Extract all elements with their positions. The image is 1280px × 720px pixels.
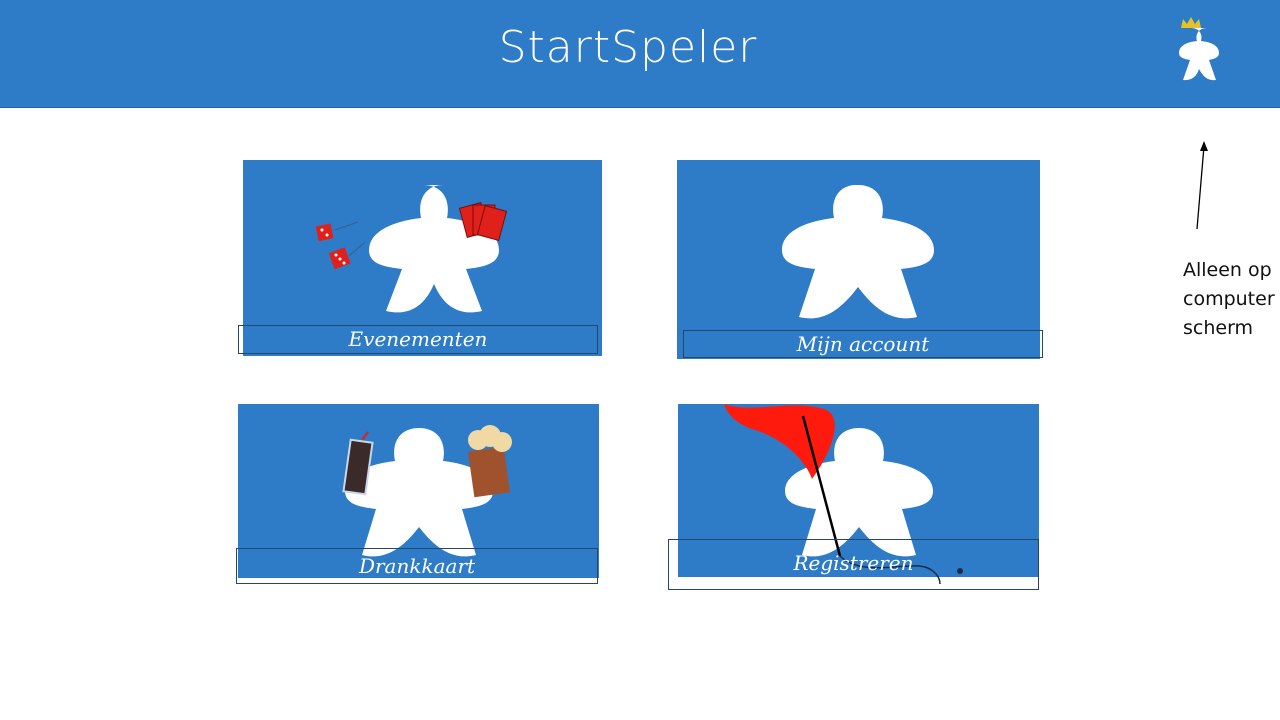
- tile-label: Mijn account: [683, 330, 1043, 358]
- meeple-crown-icon[interactable]: [1160, 16, 1222, 82]
- annotation-line: Alleen op: [1183, 259, 1272, 281]
- tile-label: Drankkaart: [236, 548, 598, 584]
- annotation-line: scherm: [1183, 317, 1254, 339]
- annotation-line: computer: [1183, 288, 1275, 310]
- tile-label: Evenementen: [238, 325, 598, 354]
- tile-evenementen[interactable]: Evenementen: [238, 160, 602, 356]
- tile-registreren[interactable]: Registreren: [668, 404, 1039, 590]
- tile-drankkaart[interactable]: Drankkaart: [236, 404, 599, 584]
- tile-label: Registreren: [668, 539, 1039, 590]
- tile-mijn-account[interactable]: Mijn account: [677, 160, 1043, 359]
- app-title: StartSpeler: [498, 22, 758, 73]
- annotation-note: Alleen op computer scherm: [1183, 256, 1280, 343]
- annotation-arrow-icon: [1196, 141, 1208, 230]
- app-header: StartSpeler: [0, 0, 1280, 108]
